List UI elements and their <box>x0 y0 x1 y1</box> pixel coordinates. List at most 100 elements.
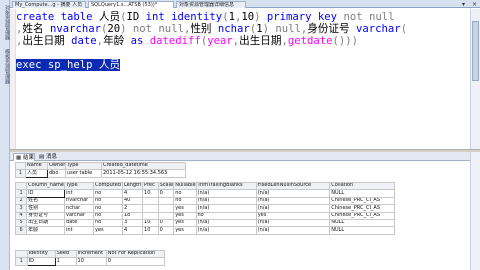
table-cell[interactable]: no <box>93 204 123 213</box>
table-cell[interactable]: Chinese_PRC_CI_AS <box>329 204 395 213</box>
row-number[interactable]: 1 <box>15 257 28 266</box>
table-cell[interactable]: 0 <box>157 218 175 228</box>
table-cell[interactable]: (n/a) <box>255 196 331 206</box>
column-header[interactable]: Collation <box>329 181 395 191</box>
table-cell[interactable]: (n/a) <box>255 218 331 228</box>
table-cell[interactable]: yes <box>255 211 331 220</box>
column-header[interactable] <box>14 181 28 191</box>
column-header[interactable]: Length <box>121 181 144 191</box>
table-cell[interactable]: dbo <box>47 169 66 178</box>
table-row[interactable]: 1 ID int no 4 10 0 no (n/a) (n/a) NULL <box>14 189 395 198</box>
table-cell[interactable]: 身份证号 <box>26 211 66 220</box>
row-number[interactable]: 4 <box>14 211 28 220</box>
column-header[interactable]: Owner <box>47 161 66 171</box>
table-cell[interactable]: 10 <box>142 226 159 235</box>
table-cell[interactable]: 人员 <box>25 169 48 178</box>
table-cell[interactable]: (n/a) <box>195 189 257 198</box>
column-header[interactable]: Increment <box>75 249 107 259</box>
table-cell[interactable]: Chinese_PRC_CI_AS <box>329 211 395 220</box>
table-cell[interactable]: 10 <box>142 218 159 228</box>
table-cell[interactable]: yes <box>173 218 197 228</box>
table-cell[interactable] <box>157 196 175 206</box>
table-cell[interactable]: 0 <box>105 257 166 266</box>
table-cell[interactable]: 40 <box>121 196 144 206</box>
row-number[interactable]: 1 <box>15 169 26 178</box>
column-header[interactable]: Type <box>65 161 102 171</box>
table-cell[interactable]: int <box>64 189 94 198</box>
table-cell[interactable]: 2 <box>121 204 144 213</box>
table-cell[interactable]: no <box>93 211 123 220</box>
table-row[interactable]: 3 性别 nchar no 2 yes (n/a) (n/a) Chinese_PRC_CI_A… <box>14 204 395 213</box>
table-cell[interactable]: NULL <box>329 218 395 228</box>
table-cell[interactable]: 18 <box>121 211 144 220</box>
table-row[interactable]: 4 身份证号 varchar no 18 yes no yes Chinese_PRC_CI_A… <box>14 211 395 220</box>
table-cell[interactable]: (n/a) <box>255 226 331 235</box>
table-cell[interactable]: yes <box>173 226 197 235</box>
table-cell[interactable]: nvarchar <box>64 196 94 206</box>
table-cell[interactable]: (n/a) <box>255 204 331 213</box>
template-explorer-dock-tab[interactable]: 模板资源管理器 <box>1 46 10 86</box>
column-header[interactable]: Name <box>25 161 48 171</box>
column-header[interactable]: Seed <box>54 249 77 259</box>
table-cell[interactable]: NULL <box>329 189 395 198</box>
column-header[interactable]: TrimTrailingBlanks <box>195 181 257 191</box>
table-cell[interactable]: no <box>173 196 197 206</box>
column-header[interactable]: Column_name <box>26 181 66 191</box>
tab-sqlquery1[interactable]: SQLQuery1.s...ATSB (53))* <box>88 1 174 8</box>
table-cell[interactable]: NULL <box>329 226 395 235</box>
tab-summary[interactable]: My_Compute...g - 摘要 人员 <box>12 1 86 8</box>
column-header[interactable]: Nullable <box>173 181 197 191</box>
tab-object-explorer-details[interactable]: 对象资源管理器详细信息 <box>176 1 246 8</box>
table-row[interactable]: 6 年龄 int yes 4 10 0 yes (n/a) (n/a) NULL <box>14 226 395 235</box>
table-cell[interactable]: date <box>64 218 94 228</box>
row-number[interactable]: 5 <box>14 218 28 228</box>
table-cell[interactable] <box>142 196 159 206</box>
table-cell[interactable]: 1 <box>54 257 77 266</box>
table-cell[interactable]: Chinese_PRC_CI_AS <box>329 196 395 206</box>
table-cell[interactable] <box>142 211 159 220</box>
column-header[interactable]: Not For Replication <box>105 249 166 259</box>
table-cell[interactable]: 4 <box>121 226 144 235</box>
results-vertical-scrollbar[interactable] <box>470 152 480 270</box>
table-cell[interactable]: 0 <box>157 189 175 198</box>
table-cell[interactable]: 10 <box>75 257 107 266</box>
table-cell[interactable]: 2011-05-12 16:55:34.563 <box>101 169 186 178</box>
table-cell[interactable]: 4 <box>121 189 144 198</box>
table-cell[interactable]: no <box>195 211 257 220</box>
table-cell[interactable]: yes <box>173 204 197 213</box>
table-row[interactable]: 5 出生日期 date no 3 10 0 yes (n/a) (n/a) NULL <box>14 218 395 228</box>
column-header[interactable]: Identity <box>26 249 56 259</box>
table-cell[interactable]: no <box>93 218 123 228</box>
table-cell[interactable]: no <box>93 189 123 198</box>
sql-query-editor[interactable]: create table 人员(ID int identity(1,10) pr… <box>10 9 470 149</box>
column-header[interactable]: Created_datetime <box>101 161 186 171</box>
table-row[interactable]: 1 人员 dbo user table 2011-05-12 16:55:34.563 <box>15 169 186 178</box>
column-header[interactable]: Scale <box>157 181 175 191</box>
table-cell[interactable]: (n/a) <box>255 189 331 198</box>
table-cell[interactable]: (n/a) <box>195 196 257 206</box>
table-cell[interactable]: 10 <box>142 189 159 198</box>
table-cell[interactable]: int <box>64 226 94 235</box>
table-cell[interactable]: 3 <box>121 218 144 228</box>
table-cell[interactable]: user table <box>65 169 102 178</box>
table-cell[interactable]: 0 <box>157 226 175 235</box>
table-cell[interactable]: 性别 <box>26 204 66 213</box>
table-cell[interactable]: no <box>93 196 123 206</box>
table-cell[interactable] <box>157 204 175 213</box>
table-row[interactable]: 1 ID 1 10 0 <box>15 257 166 266</box>
column-header[interactable] <box>15 161 26 171</box>
table-cell[interactable]: (n/a) <box>195 218 257 228</box>
table-cell[interactable]: 姓名 <box>26 196 66 206</box>
row-number[interactable]: 1 <box>14 189 28 198</box>
row-number[interactable]: 3 <box>14 204 28 213</box>
table-cell[interactable]: (n/a) <box>195 226 257 235</box>
tab-results[interactable]: ▦ 结果 <box>13 153 35 161</box>
column-header[interactable]: Computed <box>93 181 123 191</box>
table-cell[interactable]: 出生日期 <box>26 218 66 228</box>
table-cell[interactable]: nchar <box>64 204 94 213</box>
row-number[interactable]: 6 <box>14 226 28 235</box>
table-cell[interactable]: ID <box>26 189 66 198</box>
table-cell[interactable] <box>157 211 175 220</box>
column-header[interactable] <box>15 249 28 259</box>
column-header[interactable]: Prec <box>142 181 159 191</box>
